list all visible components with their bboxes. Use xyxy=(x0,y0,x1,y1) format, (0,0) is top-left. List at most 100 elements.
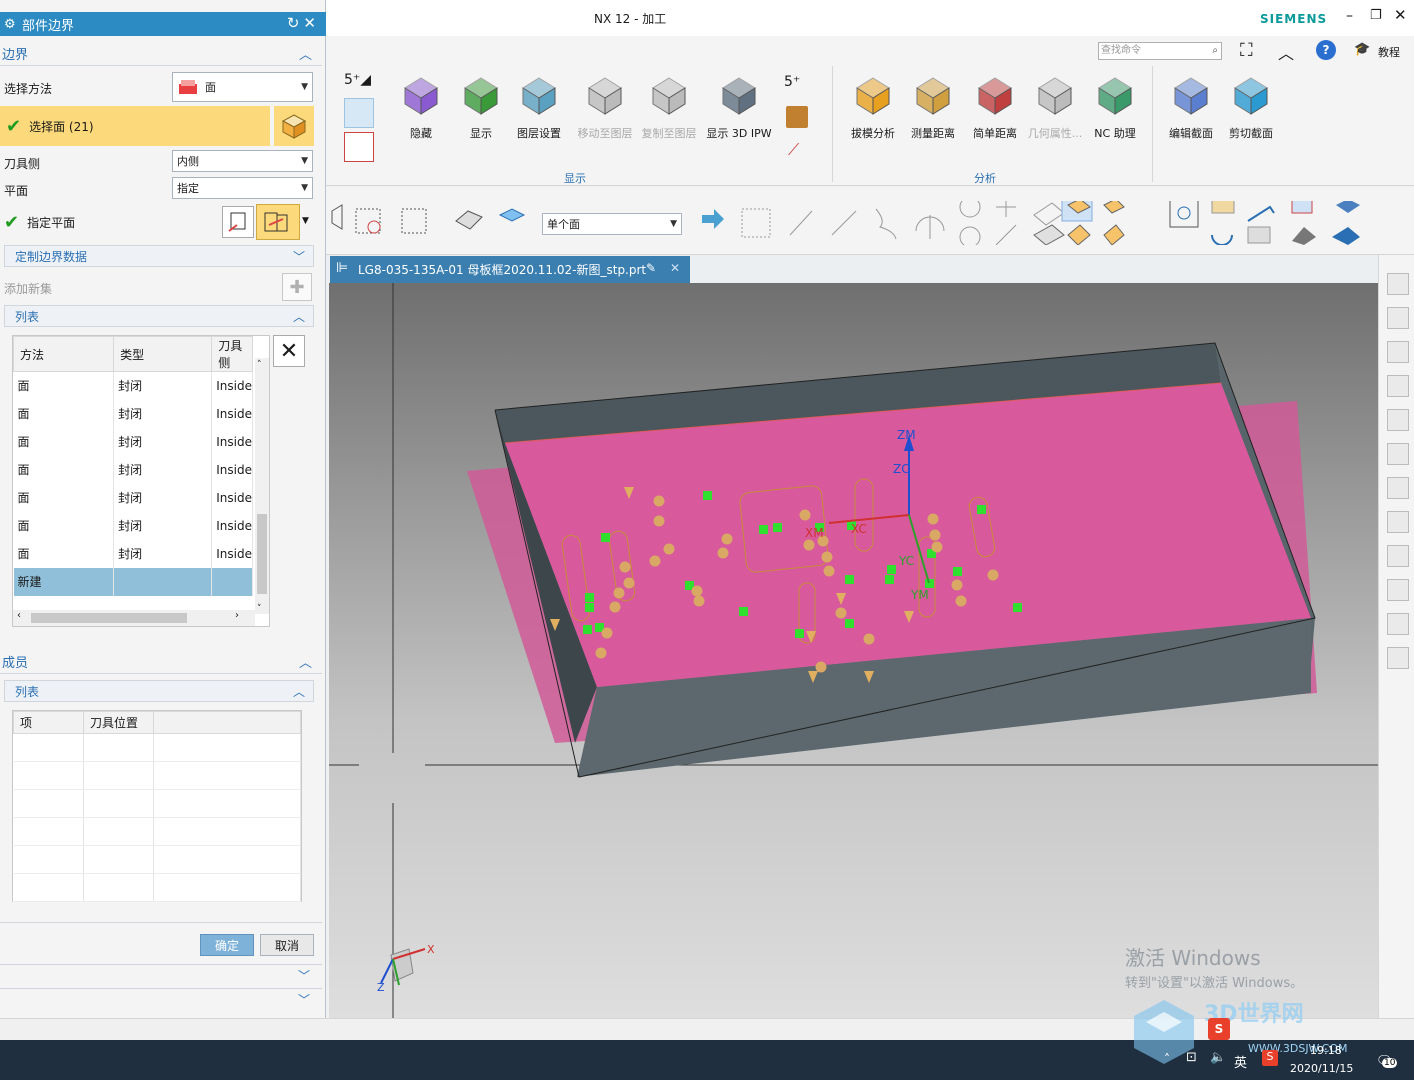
column-tool-side[interactable]: 刀具侧 xyxy=(211,336,253,372)
chevron-down-icon[interactable]: ▼ xyxy=(302,216,309,226)
collapse-ribbon-icon[interactable]: ︿ xyxy=(1278,40,1294,64)
remove-button[interactable]: ✕ xyxy=(273,335,305,367)
tool-side-dropdown[interactable]: 内侧 ▼ xyxy=(172,150,313,172)
list-vertical-scrollbar[interactable]: ˄ ˅ xyxy=(255,358,269,614)
command-search-input[interactable]: 查找命令 ⌕ xyxy=(1098,42,1222,60)
table-row-new[interactable]: 新建 xyxy=(13,567,253,596)
column-item[interactable]: 项 xyxy=(13,711,84,734)
table-row[interactable]: 面封闭 Inside xyxy=(13,399,253,428)
table-row[interactable]: 面封闭 Inside xyxy=(13,427,253,456)
select-method-dropdown[interactable]: 面 ▼ xyxy=(172,72,313,102)
network-icon[interactable]: ⊡ xyxy=(1186,1050,1197,1065)
ribbon-button-7[interactable]: 测量距离 xyxy=(900,74,966,141)
face-selector-button[interactable] xyxy=(274,106,314,146)
graphics-viewport[interactable]: ZM ZC XM XC YC YM X Z 激活 Windows 转到"设置"以… xyxy=(329,283,1378,1018)
resource-tab-icon[interactable] xyxy=(1387,511,1409,533)
section-hatch-icon[interactable] xyxy=(344,132,374,162)
close-tab-icon[interactable]: ✕ xyxy=(670,261,680,275)
scrollbar-thumb[interactable] xyxy=(31,613,187,623)
ok-button[interactable]: 确定 xyxy=(200,934,254,956)
document-tab-title: LG8-035-135A-01 母板框2020.11.02-新图_stp.prt xyxy=(358,263,647,277)
ribbon-button-6[interactable]: 拔模分析 xyxy=(840,74,906,141)
resource-tab-icon[interactable] xyxy=(1387,477,1409,499)
resource-tab-icon[interactable] xyxy=(1387,341,1409,363)
resource-tab-icon[interactable] xyxy=(1387,409,1409,431)
selection-tool-icons[interactable] xyxy=(326,201,526,241)
minimize-button[interactable]: – xyxy=(1346,8,1353,24)
ime-indicator[interactable]: 英 xyxy=(1234,1052,1247,1071)
line-icon[interactable]: ⟋ xyxy=(788,140,799,160)
tray-expand-icon[interactable]: ˄ xyxy=(1164,1052,1170,1066)
table-row[interactable]: 面封闭 Inside xyxy=(13,371,253,400)
ribbon-button-9[interactable]: 几何属性... xyxy=(1022,74,1088,141)
scroll-right-icon[interactable]: › xyxy=(235,610,239,621)
resource-tab-icon[interactable] xyxy=(1387,647,1409,669)
ribbon-button-8[interactable]: 简单距离 xyxy=(962,74,1028,141)
custom-boundary-header[interactable]: 定制边界数据 ﹀ xyxy=(4,245,314,267)
column-tool-position[interactable]: 刀具位置 xyxy=(83,711,154,734)
layer-small-icon[interactable]: 5⁺ xyxy=(784,74,800,90)
collapsed-section-2[interactable]: ﹀ xyxy=(0,988,322,1010)
ribbon-button-3[interactable]: 移动至图层 xyxy=(572,74,638,141)
add-new-set-button[interactable]: ✚ xyxy=(282,273,312,301)
resource-tab-icon[interactable] xyxy=(1387,375,1409,397)
column-type[interactable]: 类型 xyxy=(113,336,213,372)
members-section-header[interactable]: 成员 ︿ xyxy=(0,650,322,674)
ribbon-button-5[interactable]: 显示 3D IPW xyxy=(706,74,772,141)
scroll-up-icon[interactable]: ˄ xyxy=(257,360,262,370)
restore-button[interactable]: ❐ xyxy=(1370,8,1382,23)
ribbon-button-0[interactable]: 隐藏 xyxy=(388,74,454,141)
layer-visible-icon[interactable]: 5⁺◢ xyxy=(344,72,378,98)
clock-time[interactable]: 19:18 xyxy=(1310,1044,1342,1057)
sogou-tray-icon[interactable]: S xyxy=(1262,1050,1278,1066)
selection-filter-dropdown[interactable]: 单个面 ▼ xyxy=(542,213,682,235)
scroll-left-icon[interactable]: ‹ xyxy=(17,610,21,621)
list-header[interactable]: 列表 ︿ xyxy=(4,305,314,327)
members-list-header[interactable]: 列表 ︿ xyxy=(4,680,314,702)
resource-tab-icon[interactable] xyxy=(1387,545,1409,567)
resource-tab-icon[interactable] xyxy=(1387,307,1409,329)
close-icon[interactable]: ✕ xyxy=(303,14,320,32)
scroll-down-icon[interactable]: ˅ xyxy=(257,604,262,614)
ribbon-button-1[interactable]: 显示 xyxy=(448,74,514,141)
help-icon[interactable]: ? xyxy=(1316,40,1336,60)
ribbon-button-12[interactable]: 剪切截面 xyxy=(1218,74,1284,141)
clock-date[interactable]: 2020/11/15 xyxy=(1290,1062,1353,1075)
table-row[interactable]: 面封闭 Inside xyxy=(13,483,253,512)
table-row[interactable]: 面封闭 Inside xyxy=(13,455,253,484)
collapsed-section-1[interactable]: ﹀ xyxy=(0,964,322,986)
table-row[interactable]: 面封闭 Inside xyxy=(13,539,253,568)
ribbon-icon-8 xyxy=(978,77,1012,115)
boundary-section-header[interactable]: 边界 ︿ xyxy=(0,42,322,66)
tutorial-icon[interactable]: 🎓 xyxy=(1354,42,1370,57)
document-tab[interactable]: ⊫ LG8-035-135A-01 母板框2020.11.02-新图_stp.p… xyxy=(330,256,690,283)
resource-tab-icon[interactable] xyxy=(1387,579,1409,601)
list-horizontal-scrollbar[interactable]: ‹ › xyxy=(13,610,255,626)
resource-tab-icon[interactable] xyxy=(1387,613,1409,635)
resource-tab-icon[interactable] xyxy=(1387,273,1409,295)
edit-icon[interactable]: ✎ xyxy=(646,261,656,275)
scrollbar-thumb[interactable] xyxy=(257,514,267,594)
ribbon-button-10[interactable]: NC 助理 xyxy=(1082,74,1148,141)
close-window-button[interactable]: ✕ xyxy=(1394,6,1407,24)
plane-dropdown[interactable]: 指定 ▼ xyxy=(172,177,313,199)
ribbon-button-11[interactable]: 编辑截面 xyxy=(1158,74,1224,141)
tutorial-label[interactable]: 教程 xyxy=(1378,44,1400,60)
ribbon-button-4[interactable]: 复制至图层 xyxy=(636,74,702,141)
resource-tab-icon[interactable] xyxy=(1387,443,1409,465)
select-face-row[interactable]: ✔ 选择面 (21) xyxy=(0,106,270,146)
fullscreen-icon[interactable]: ⛶ xyxy=(1240,40,1253,61)
table-row[interactable]: 面封闭 Inside xyxy=(13,511,253,540)
tool-holder-icon[interactable] xyxy=(786,106,808,128)
inferred-plane-button[interactable] xyxy=(256,204,300,240)
cancel-button[interactable]: 取消 xyxy=(260,934,314,956)
sogou-ime-icon[interactable]: S xyxy=(1208,1018,1230,1040)
hatch-icon[interactable] xyxy=(344,98,374,128)
ribbon-button-2[interactable]: 图层设置 xyxy=(506,74,572,141)
plane-dialog-button[interactable] xyxy=(222,206,254,238)
column-method[interactable]: 方法 xyxy=(13,336,115,372)
reset-icon[interactable]: ↻ xyxy=(287,14,304,32)
ribbon-icon-11 xyxy=(1174,77,1208,115)
snap-point-icons[interactable] xyxy=(700,201,1414,245)
volume-icon[interactable]: 🔈 xyxy=(1210,1050,1226,1065)
